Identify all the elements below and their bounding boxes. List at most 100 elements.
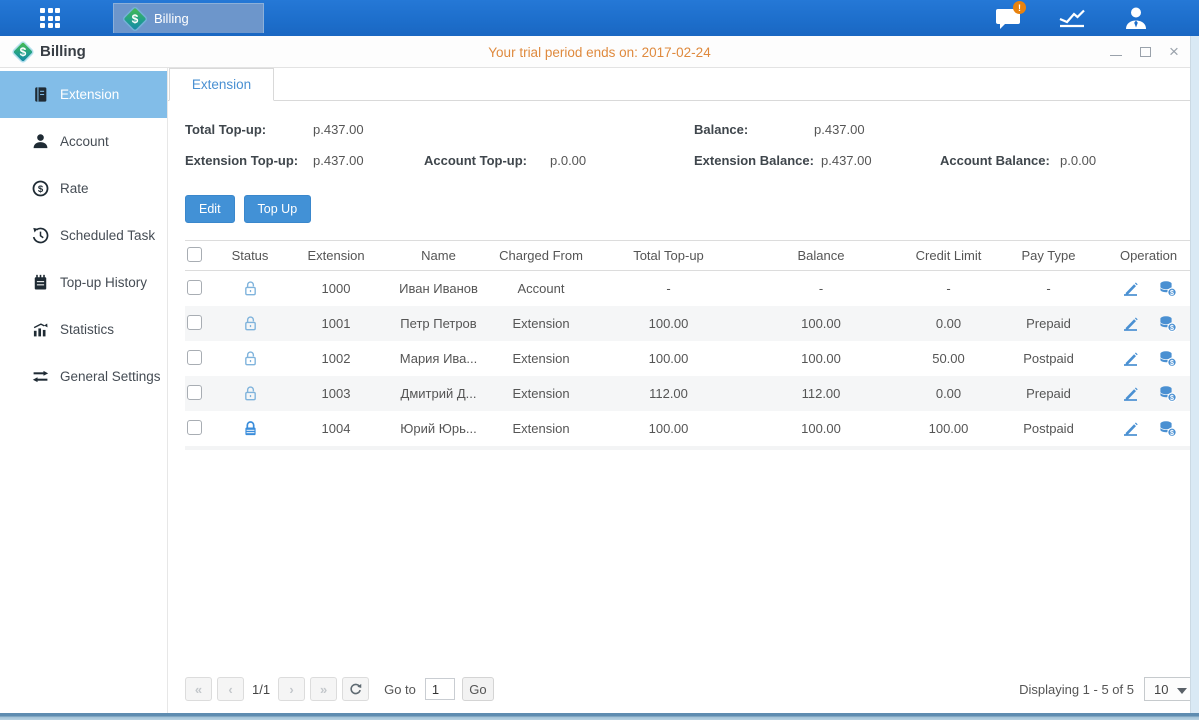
cell-charged-from: Extension — [486, 421, 596, 436]
cell-total-topup: 100.00 — [596, 421, 741, 436]
dollar-circle-icon: $ — [31, 180, 49, 198]
cell-credit-limit: - — [901, 281, 996, 296]
table-header: Status Extension Name Charged From Total… — [185, 240, 1196, 271]
taskbar-tab-billing[interactable]: $ Billing — [113, 3, 264, 33]
cell-status — [219, 280, 281, 297]
balance-label: Balance: — [694, 122, 748, 137]
table-row: 1004Юрий Юрь...Extension100.00100.00100.… — [185, 411, 1196, 446]
last-page-button[interactable]: » — [310, 677, 337, 701]
table-body: 1000Иван ИвановAccount----$1001Петр Петр… — [185, 271, 1196, 446]
sidebar-item-general-settings[interactable]: General Settings — [0, 353, 167, 400]
journal-icon — [31, 86, 49, 104]
messages-icon[interactable]: ! — [993, 5, 1023, 31]
action-buttons: Edit Top Up — [185, 195, 1199, 223]
sidebar-item-scheduled-task[interactable]: Scheduled Task — [0, 212, 167, 259]
column-header-total-topup: Total Top-up — [596, 248, 741, 263]
sidebar-item-extension[interactable]: Extension — [0, 71, 167, 118]
row-checkbox[interactable] — [187, 420, 202, 435]
close-icon[interactable]: × — [1167, 45, 1181, 59]
top-up-icon[interactable]: $ — [1158, 315, 1177, 332]
svg-text:$: $ — [1170, 290, 1174, 297]
unlocked-icon — [242, 350, 259, 367]
top-up-icon[interactable]: $ — [1158, 280, 1177, 297]
maximize-icon[interactable] — [1138, 45, 1152, 59]
column-header-extension: Extension — [281, 248, 391, 263]
svg-text:$: $ — [37, 184, 43, 195]
sidebar-item-label: Account — [60, 134, 109, 149]
unlocked-icon — [242, 315, 259, 332]
cell-credit-limit: 0.00 — [901, 316, 996, 331]
row-checkbox[interactable] — [187, 385, 202, 400]
cell-balance: 100.00 — [741, 421, 901, 436]
table-row: 1001Петр ПетровExtension100.00100.000.00… — [185, 306, 1196, 341]
app-body: Extension Account $ Rate Scheduled Task … — [0, 68, 1190, 713]
top-up-icon[interactable]: $ — [1158, 420, 1177, 437]
cell-charged-from: Extension — [486, 351, 596, 366]
cell-operation: $ — [1101, 280, 1196, 297]
cell-pay-type: Postpaid — [996, 351, 1101, 366]
user-account-icon[interactable] — [1121, 5, 1151, 31]
column-header-operation: Operation — [1101, 248, 1196, 263]
reports-chart-icon[interactable] — [1057, 5, 1087, 31]
page-size-select[interactable]: 10 — [1144, 677, 1196, 701]
row-checkbox[interactable] — [187, 315, 202, 330]
cell-extension: 1002 — [281, 351, 391, 366]
refresh-button[interactable] — [342, 677, 369, 701]
row-checkbox[interactable] — [187, 350, 202, 365]
cell-operation: $ — [1101, 420, 1196, 437]
cell-credit-limit: 50.00 — [901, 351, 996, 366]
cell-extension: 1001 — [281, 316, 391, 331]
minimize-icon[interactable] — [1109, 45, 1123, 59]
column-header-charged-from: Charged From — [486, 248, 596, 263]
balance-value: p.437.00 — [814, 122, 865, 137]
page-indicator: 1/1 — [252, 682, 270, 697]
app-grid-icon[interactable] — [40, 8, 66, 28]
pagination-bar: « ‹ 1/1 › » Go to Go Displaying 1 - 5 of… — [185, 677, 1196, 701]
window-title: Billing — [40, 43, 86, 60]
prev-page-button[interactable]: ‹ — [217, 677, 244, 701]
next-page-button[interactable]: › — [278, 677, 305, 701]
edit-icon[interactable] — [1121, 385, 1140, 402]
refresh-icon — [349, 683, 362, 696]
goto-page-input[interactable] — [425, 678, 455, 700]
go-button[interactable]: Go — [462, 677, 494, 701]
tab-extension[interactable]: Extension — [169, 68, 274, 101]
column-header-balance: Balance — [741, 248, 901, 263]
unlocked-icon — [242, 385, 259, 402]
edit-icon[interactable] — [1121, 315, 1140, 332]
sidebar-item-label: Statistics — [60, 322, 114, 337]
top-up-icon[interactable]: $ — [1158, 350, 1177, 367]
sidebar-item-label: Scheduled Task — [60, 228, 155, 243]
cell-total-topup: 100.00 — [596, 316, 741, 331]
cell-pay-type: Postpaid — [996, 421, 1101, 436]
account-balance-value: p.0.00 — [1060, 153, 1096, 168]
window-right-edge — [1190, 36, 1199, 713]
sidebar-item-statistics[interactable]: Statistics — [0, 306, 167, 353]
goto-label: Go to — [384, 682, 416, 697]
cell-status — [219, 315, 281, 332]
cell-name: Юрий Юрь... — [391, 421, 486, 436]
window-titlebar: $ Billing Your trial period ends on: 201… — [0, 36, 1199, 68]
cell-balance: - — [741, 281, 901, 296]
clock-history-icon — [31, 227, 49, 245]
top-up-icon[interactable]: $ — [1158, 385, 1177, 402]
table-bottom-border — [185, 446, 1196, 450]
edit-button[interactable]: Edit — [185, 195, 235, 223]
edit-icon[interactable] — [1121, 280, 1140, 297]
sidebar-item-label: Extension — [60, 87, 119, 102]
cell-credit-limit: 0.00 — [901, 386, 996, 401]
svg-text:$: $ — [1170, 360, 1174, 367]
extension-balance-label: Extension Balance: — [694, 153, 814, 168]
first-page-button[interactable]: « — [185, 677, 212, 701]
extension-balance-value: p.437.00 — [821, 153, 872, 168]
row-checkbox[interactable] — [187, 280, 202, 295]
edit-icon[interactable] — [1121, 350, 1140, 367]
sidebar-item-account[interactable]: Account — [0, 118, 167, 165]
total-topup-value: p.437.00 — [313, 122, 364, 137]
sidebar-item-topup-history[interactable]: Top-up History — [0, 259, 167, 306]
cell-name: Дмитрий Д... — [391, 386, 486, 401]
sidebar-item-rate[interactable]: $ Rate — [0, 165, 167, 212]
edit-icon[interactable] — [1121, 420, 1140, 437]
select-all-checkbox[interactable] — [187, 247, 202, 262]
top-up-button[interactable]: Top Up — [244, 195, 312, 223]
